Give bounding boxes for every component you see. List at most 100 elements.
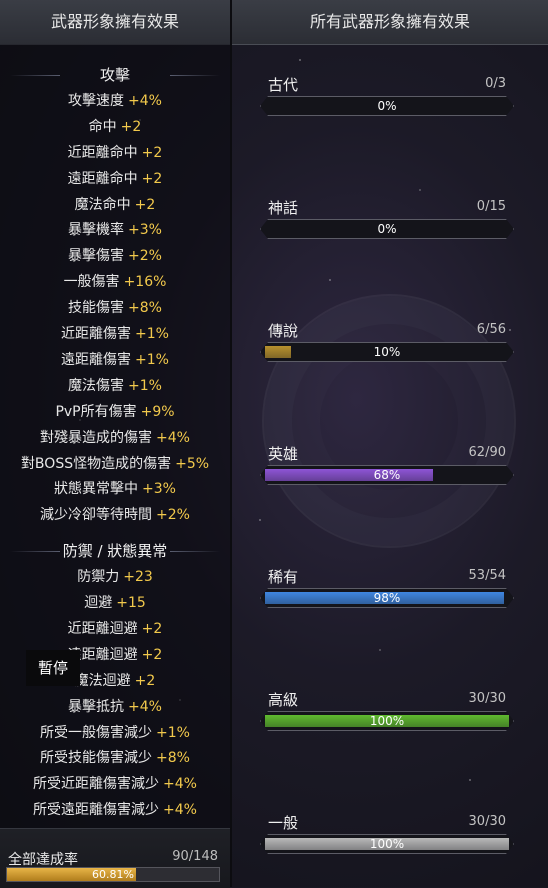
stat-name: 所受近距離傷害減少 [33, 776, 160, 793]
total-progress-footer: 全部達成率 90/148 60.81% [0, 828, 230, 888]
stat-row: 近距離傷害 +1% [0, 323, 230, 343]
stat-name: 防禦力 [77, 569, 120, 586]
stat-name: 技能傷害 [68, 300, 125, 317]
stat-row: 暴擊傷害 +2% [0, 245, 230, 265]
stat-name: 近距離傷害 [61, 326, 132, 342]
all-effect-header: 所有武器形象擁有效果 [232, 0, 548, 45]
stat-name: 減少冷卻等待時間 [40, 507, 153, 524]
stat-name: 對殘暴造成的傷害 [40, 429, 153, 446]
stat-value: +1% [135, 351, 169, 368]
stat-row: 所受遠距離傷害減少 +4% [0, 799, 230, 819]
grade-progress-panel: 古代 0/3 0% 神話 0/15 0% 傳說 6/56 10% 英雄 62/90 68% 稀有 53/5… [232, 44, 548, 887]
grade-name: 一般 [268, 814, 299, 832]
stat-value: +8% [156, 750, 190, 767]
grade-progress-percent: 100% [369, 837, 405, 851]
stat-row: 所受一般傷害減少 +1% [0, 722, 230, 742]
stat-list-panel[interactable]: 攻擊 攻擊速度 +4% 命中 +2 近距離命中 +2 遠距離命中 +2 魔法命中 +2 暴擊機率 +3%… [0, 44, 230, 828]
stat-value: +4% [128, 698, 162, 715]
grade-progress-percent: 0% [377, 222, 397, 236]
grade-row: 古代 0/3 0% [232, 74, 548, 134]
grade-progress-bar: 10% [260, 342, 514, 362]
grade-progress-bar: 68% [260, 465, 514, 485]
stat-value: +2 [141, 170, 163, 187]
grade-name: 英雄 [268, 445, 299, 463]
stat-row: 遠距離命中 +2 [0, 168, 230, 188]
stat-value: +2 [141, 646, 163, 663]
stat-value: +16% [123, 274, 167, 291]
grade-row: 神話 0/15 0% [232, 197, 548, 257]
stat-name: 魔法命中 [74, 196, 131, 213]
stat-row: PvP所有傷害 +9% [0, 401, 230, 421]
stat-name: 魔法迴避 [74, 672, 131, 689]
total-progress-count: 90/148 [172, 849, 218, 864]
grade-row: 英雄 62/90 68% [232, 443, 548, 503]
stat-row: 暴擊機率 +3% [0, 219, 230, 239]
grade-count: 0/3 [485, 76, 506, 91]
grade-progress-bar: 100% [260, 711, 514, 731]
stat-row: 一般傷害 +16% [0, 271, 230, 291]
grade-name: 高級 [268, 691, 299, 709]
grade-name: 傳說 [268, 322, 299, 340]
stat-value: +23 [123, 569, 153, 586]
stat-value: +2% [156, 507, 190, 524]
stat-name: 一般傷害 [63, 274, 120, 291]
grade-count: 6/56 [476, 322, 506, 337]
stat-value: +4% [163, 802, 197, 819]
owned-effect-header: 武器形象擁有效果 [0, 0, 230, 45]
stat-value: +4% [128, 92, 162, 109]
grade-progress-percent: 98% [373, 591, 401, 605]
stat-name: 所受一般傷害減少 [40, 724, 153, 741]
grade-name: 古代 [268, 76, 299, 94]
stat-value: +2 [120, 118, 142, 135]
stat-row: 所受近距離傷害減少 +4% [0, 773, 230, 793]
stat-name: 暴擊機率 [68, 222, 125, 239]
stat-row: 命中 +2 [0, 116, 230, 136]
grade-row: 傳說 6/56 10% [232, 320, 548, 380]
stat-value: +2 [134, 196, 156, 213]
grade-progress-bar: 0% [260, 219, 514, 239]
stat-name: 暴擊抵抗 [68, 698, 125, 715]
stat-name: 遠距離命中 [67, 170, 138, 187]
stat-value: +9% [140, 403, 175, 420]
grade-count: 30/30 [468, 814, 506, 829]
stat-row: 魔法命中 +2 [0, 194, 230, 214]
stat-value: +2 [141, 620, 163, 637]
stat-value: +2 [141, 144, 163, 161]
stat-row: 近距離命中 +2 [0, 142, 230, 162]
grade-name: 神話 [268, 199, 299, 217]
stat-value: +4% [163, 776, 197, 793]
stat-value: +1% [135, 326, 169, 342]
stat-value: +1% [128, 377, 162, 394]
stat-row: 狀態異常擊中 +3% [0, 478, 230, 498]
stat-row: 防禦力 +23 [0, 566, 230, 586]
stat-value: +5% [175, 455, 210, 472]
stat-name: 遠距離傷害 [61, 351, 132, 368]
stat-value: +2 [134, 672, 156, 689]
grade-progress-bar: 100% [260, 834, 514, 854]
grade-progress-percent: 100% [369, 714, 405, 728]
stat-name: PvP所有傷害 [55, 403, 137, 420]
stat-row: 近距離迴避 +2 [0, 618, 230, 638]
stat-row: 迴避 +15 [0, 592, 230, 612]
section-title: 防禦 / 狀態異常 [0, 540, 230, 561]
stat-name: 命中 [88, 118, 117, 135]
stat-name: 攻擊速度 [68, 92, 125, 109]
stat-value: +8% [128, 300, 162, 317]
stat-name: 所受技能傷害減少 [40, 750, 153, 767]
section-title: 攻擊 [0, 64, 230, 85]
grade-progress-percent: 10% [373, 345, 401, 359]
grade-count: 30/30 [468, 691, 506, 706]
grade-progress-bar: 0% [260, 96, 514, 116]
stat-name: 近距離迴避 [67, 620, 138, 637]
total-progress-label: 全部達成率 [8, 852, 78, 868]
stat-name: 迴避 [84, 595, 113, 611]
grade-row: 高級 30/30 100% [232, 689, 548, 749]
stat-name: 暴擊傷害 [68, 248, 125, 265]
pause-button[interactable]: 暫停 [26, 650, 80, 686]
stat-row: 暴擊抵抗 +4% [0, 696, 230, 716]
stat-name: 近距離命中 [67, 144, 138, 161]
stat-value: +2% [128, 248, 162, 265]
stat-value: +1% [156, 724, 190, 741]
grade-progress-percent: 0% [377, 99, 397, 113]
stat-row: 技能傷害 +8% [0, 297, 230, 317]
